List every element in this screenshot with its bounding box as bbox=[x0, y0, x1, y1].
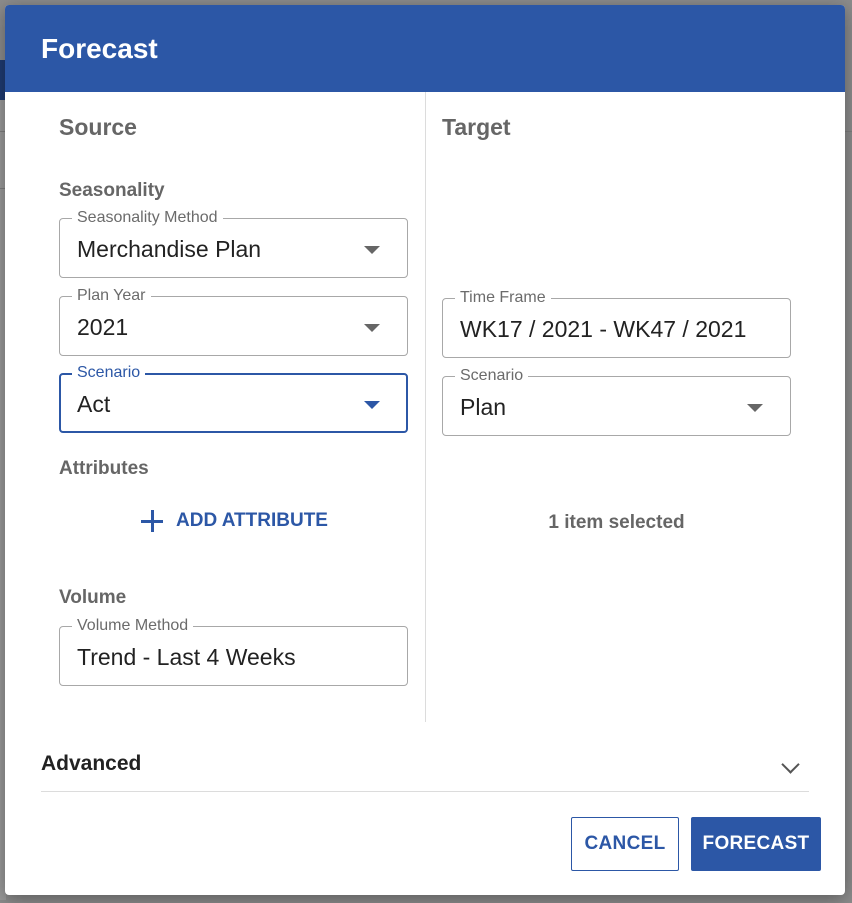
target-scenario-legend: Scenario bbox=[455, 366, 529, 386]
source-scenario-value: Act bbox=[77, 391, 111, 417]
time-frame-value: WK17 / 2021 - WK47 / 2021 bbox=[460, 316, 747, 342]
dialog-title: Forecast bbox=[5, 5, 845, 92]
cancel-button[interactable]: CANCEL bbox=[571, 817, 679, 871]
target-scenario-select[interactable]: Scenario Plan bbox=[442, 366, 791, 436]
dropdown-caret-icon bbox=[364, 324, 380, 332]
volume-method-legend: Volume Method bbox=[72, 616, 194, 636]
advanced-expander[interactable]: Advanced bbox=[41, 722, 809, 792]
selection-summary: 1 item selected bbox=[548, 512, 685, 533]
target-scenario-value: Plan bbox=[460, 394, 507, 420]
seasonality-method-legend: Seasonality Method bbox=[72, 208, 223, 228]
volume-label: Volume bbox=[59, 587, 127, 608]
plan-year-select[interactable]: Plan Year 2021 bbox=[59, 286, 408, 356]
time-frame-legend: Time Frame bbox=[455, 288, 551, 308]
forecast-dialog: Forecast Source Seasonality Seasonality … bbox=[5, 5, 845, 895]
time-frame-field[interactable]: Time Frame WK17 / 2021 - WK47 / 2021 bbox=[442, 288, 791, 358]
dropdown-caret-icon bbox=[364, 246, 380, 254]
source-scenario-select[interactable]: Scenario Act bbox=[59, 363, 408, 433]
attributes-label: Attributes bbox=[59, 458, 149, 479]
source-title: Source bbox=[59, 114, 137, 140]
seasonality-method-select[interactable]: Seasonality Method Merchandise Plan bbox=[59, 208, 408, 278]
add-attribute-button[interactable]: ADD ATTRIBUTE bbox=[141, 510, 328, 532]
target-title: Target bbox=[442, 114, 511, 140]
advanced-label: Advanced bbox=[41, 752, 142, 775]
column-divider bbox=[425, 92, 426, 722]
dropdown-caret-icon bbox=[364, 401, 380, 409]
plan-year-legend: Plan Year bbox=[72, 286, 151, 306]
seasonality-label: Seasonality bbox=[59, 180, 165, 201]
seasonality-method-value: Merchandise Plan bbox=[77, 236, 262, 262]
source-scenario-legend: Scenario bbox=[72, 363, 146, 383]
plan-year-value: 2021 bbox=[77, 314, 129, 340]
add-attribute-label: ADD ATTRIBUTE bbox=[176, 510, 328, 531]
dialog-body: Source Seasonality Seasonality Method Me… bbox=[5, 92, 845, 722]
dropdown-caret-icon bbox=[747, 404, 763, 412]
chevron-down-icon bbox=[781, 755, 800, 774]
background-divider bbox=[844, 131, 852, 132]
volume-method-field[interactable]: Volume Method Trend - Last 4 Weeks bbox=[59, 616, 408, 686]
volume-method-value: Trend - Last 4 Weeks bbox=[77, 644, 296, 670]
plus-icon bbox=[141, 510, 163, 532]
forecast-button[interactable]: FORECAST bbox=[691, 817, 821, 871]
